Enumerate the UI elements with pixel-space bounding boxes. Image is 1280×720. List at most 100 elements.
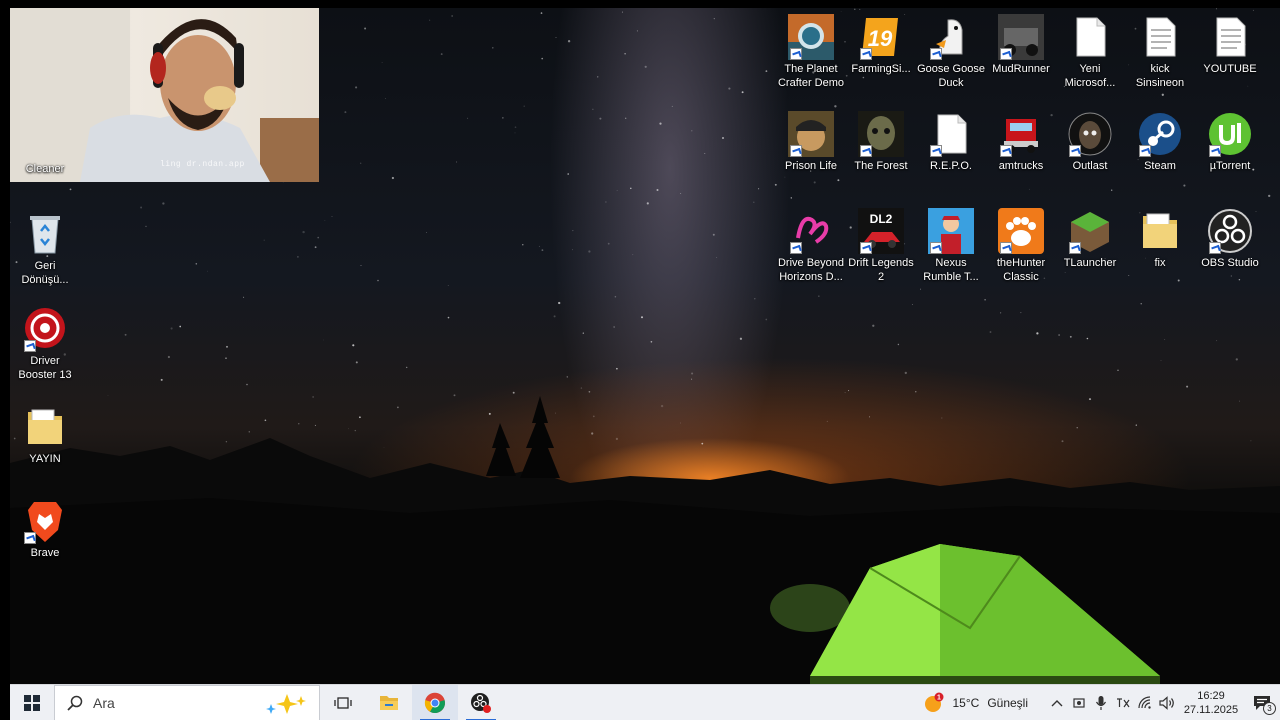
brave-browser-icon: [22, 498, 68, 544]
desktop-icon-steam[interactable]: Steam: [1125, 111, 1195, 173]
start-button[interactable]: [10, 685, 54, 720]
star: [502, 117, 504, 119]
desktop-icon-planet-crafter[interactable]: The Planet Crafter Demo: [776, 14, 846, 90]
taskbar-clock[interactable]: 16:29 27.11.2025: [1178, 689, 1244, 717]
desktop-icon-label: YAYIN: [29, 453, 61, 465]
star: [555, 412, 556, 414]
desktop-icon-label: Goose Goose Duck: [917, 63, 985, 89]
american-truck-icon: [998, 111, 1044, 157]
webcam-overlay: ling dr.ndan.app: [10, 8, 319, 182]
taskbar-file-explorer[interactable]: [366, 685, 412, 720]
taskbar-search-box[interactable]: Ara: [54, 684, 320, 720]
taskbar: Ara 1 15°C Güneşli 16:29 27.11.2025 3: [10, 684, 1280, 720]
desktop-icon-label: Drift Legends 2: [848, 257, 914, 283]
shortcut-arrow-icon: [860, 242, 872, 254]
star: [1161, 93, 1164, 96]
steam-icon: [1137, 111, 1183, 157]
desktop-icon-yeni-microsoft[interactable]: Yeni Microsof...: [1055, 14, 1125, 90]
desktop-icon-nexus-rumble[interactable]: Nexus Rumble T...: [916, 208, 986, 284]
desktop-icon-kick-sinsineon[interactable]: kick Sinsineon: [1125, 14, 1195, 90]
desktop-icon-mudrunner[interactable]: MudRunner: [986, 14, 1056, 76]
star: [915, 391, 917, 393]
desktop-icon-outlast[interactable]: Outlast: [1055, 111, 1125, 173]
star: [712, 233, 715, 236]
star: [765, 70, 768, 73]
star: [607, 242, 610, 245]
star: [680, 193, 682, 194]
shortcut-arrow-icon: [790, 242, 802, 254]
desktop-icon-youtube[interactable]: YOUTUBE: [1195, 14, 1265, 76]
desktop-icon-obs-studio[interactable]: OBS Studio: [1195, 208, 1265, 270]
desktop-icon-brave[interactable]: Brave: [10, 498, 80, 560]
star: [630, 187, 632, 190]
desktop-icon-tlauncher[interactable]: TLauncher: [1055, 208, 1125, 270]
desktop-icon-utorrent[interactable]: µTorrent: [1195, 111, 1265, 173]
desktop-icon-label: Steam: [1144, 160, 1176, 172]
star: [69, 188, 72, 191]
star: [848, 390, 850, 392]
utorrent-icon: [1207, 111, 1253, 157]
star: [701, 442, 704, 445]
taskbar-chrome[interactable]: [412, 684, 458, 720]
weather-widget[interactable]: 1 15°C Güneşli: [923, 692, 1028, 714]
desktop-icon-fix-folder[interactable]: fix: [1125, 208, 1195, 270]
star: [837, 179, 840, 182]
search-icon: [67, 695, 83, 711]
desktop-icon-label: Yeni Microsof...: [1064, 63, 1116, 89]
goose-goose-duck-icon: [928, 14, 974, 60]
desktop-icon-farming-simulator[interactable]: 19 FarmingSi...: [846, 14, 916, 76]
tray-volume-button[interactable]: [1156, 685, 1178, 720]
farming-simulator-icon: 19: [858, 14, 904, 60]
star: [1000, 312, 1002, 314]
desktop-icon-label: Driver Booster 13: [18, 355, 72, 381]
star: [605, 201, 607, 203]
taskbar-obs[interactable]: [458, 685, 504, 720]
desktop-icon-cleaner[interactable]: Cleaner: [10, 160, 80, 176]
tray-input-method-button[interactable]: [1112, 685, 1134, 720]
star: [1160, 359, 1162, 361]
star: [616, 190, 618, 191]
desktop-icon-drive-beyond-horizons[interactable]: Drive Beyond Horizons D...: [776, 208, 846, 284]
shortcut-arrow-icon: [860, 48, 872, 60]
tray-camera-button[interactable]: [1068, 685, 1090, 720]
tray-wifi-button[interactable]: [1134, 685, 1156, 720]
star: [297, 256, 299, 258]
tlauncher-icon: [1067, 208, 1113, 254]
star: [680, 422, 682, 424]
notification-center-button[interactable]: 3: [1244, 685, 1280, 720]
star: [572, 230, 574, 232]
desktop-icon-driver-booster[interactable]: Driver Booster 13: [10, 306, 80, 382]
desktop-icon-label: Drive Beyond Horizons D...: [777, 257, 845, 283]
volume-icon: [1159, 695, 1174, 710]
desktop-icon-amtrucks[interactable]: amtrucks: [986, 111, 1056, 173]
star: [659, 122, 662, 125]
show-hidden-icons-button[interactable]: [1046, 685, 1068, 720]
star: [784, 176, 786, 178]
desktop-icon-drift-legends-2[interactable]: DL2 Drift Legends 2: [846, 208, 916, 284]
tray-microphone-button[interactable]: [1090, 685, 1112, 720]
star: [359, 416, 361, 419]
desktop-icon-prison-life[interactable]: Prison Life: [776, 111, 846, 173]
star: [567, 173, 569, 175]
desktop-icon-repo[interactable]: R.E.P.O.: [916, 111, 986, 173]
shortcut-arrow-icon: [930, 48, 942, 60]
task-view-button[interactable]: [320, 685, 366, 720]
star: [107, 395, 109, 397]
desktop-icon-yayin-folder[interactable]: YAYIN: [10, 404, 80, 466]
desktop-icon-label: Cleaner: [25, 163, 65, 175]
star: [488, 412, 491, 415]
desktop-icon-recycle-bin[interactable]: Geri Dönüşü...: [10, 211, 80, 287]
star: [614, 295, 617, 298]
star: [1088, 398, 1092, 401]
star: [302, 230, 305, 234]
desktop-icon-the-forest[interactable]: The Forest: [846, 111, 916, 173]
desktop-icon-thehunter-classic[interactable]: theHunter Classic: [986, 208, 1056, 284]
desktop-icon-label: fix: [1154, 257, 1166, 269]
star: [1069, 335, 1072, 338]
desktop-icon-label: TLauncher: [1063, 257, 1117, 269]
star: [790, 197, 793, 199]
star: [615, 437, 619, 441]
desktop-icon-goose-goose-duck[interactable]: Goose Goose Duck: [916, 14, 986, 90]
shortcut-arrow-icon: [1139, 145, 1151, 157]
star: [541, 57, 544, 60]
